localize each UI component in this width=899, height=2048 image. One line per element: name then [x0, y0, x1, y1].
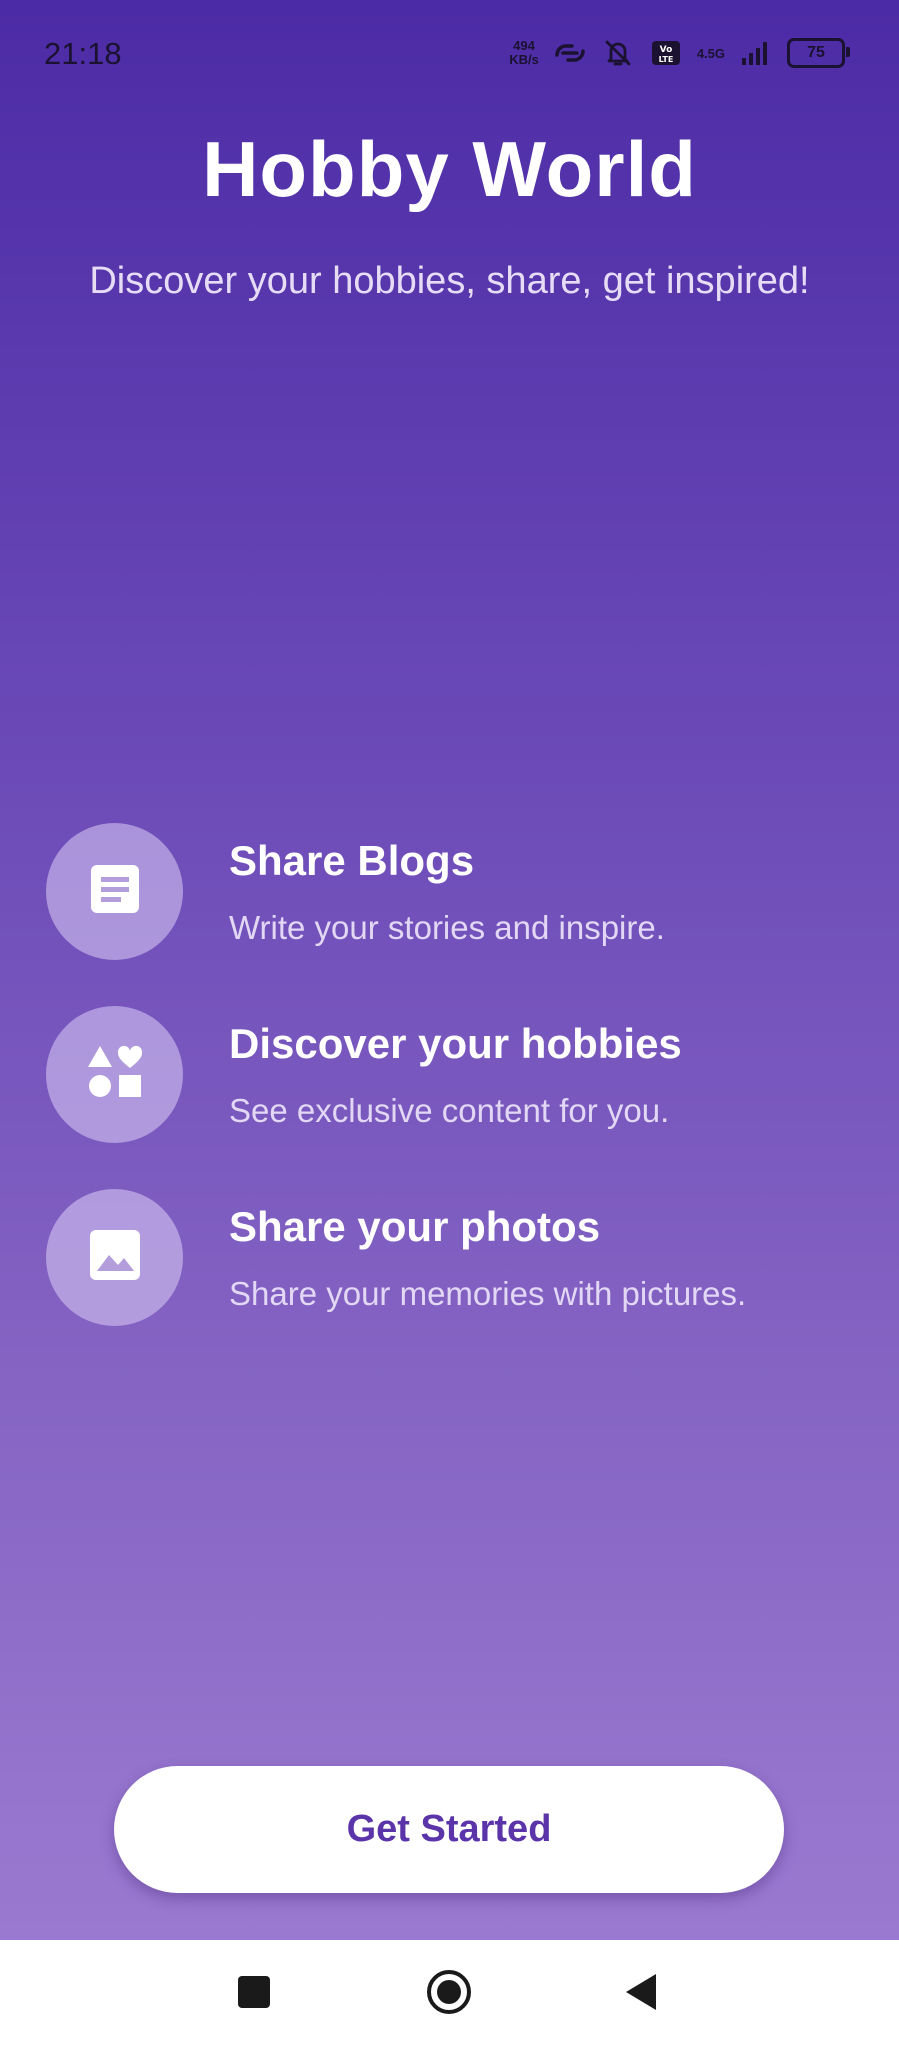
app-title: Hobby World: [202, 125, 697, 213]
bell-muted-icon: [601, 38, 635, 68]
recents-button[interactable]: [224, 1964, 284, 2024]
battery-icon: 75: [787, 38, 850, 68]
feature-title: Share Blogs: [229, 837, 475, 884]
volte-icon: Vo LTE: [649, 38, 683, 68]
network-speed: 494 KB/s: [509, 39, 539, 67]
signal-icon: [739, 38, 773, 68]
image-icon: [87, 1227, 143, 1288]
get-started-button[interactable]: Get Started: [114, 1766, 784, 1893]
network-speed-value: 494: [513, 38, 535, 53]
article-icon: [87, 861, 143, 922]
status-icons: 494 KB/s Vo LTE 4.5G 75: [509, 36, 850, 70]
back-triangle-icon: [622, 1972, 662, 2017]
status-time: 21:18: [44, 36, 122, 71]
feature-title: Discover your hobbies: [229, 1020, 682, 1067]
feature-icon-circle: [46, 823, 183, 960]
feature-share-blogs: Share Blogs Write your stories and inspi…: [46, 823, 866, 963]
link-icon: [553, 38, 587, 68]
system-nav-bar: [0, 1940, 899, 2048]
feature-description: Share your memories with pictures.: [229, 1275, 747, 1312]
welcome-screen: 21:18 494 KB/s Vo LTE 4.5G 75 Hobby Worl…: [0, 0, 899, 1940]
svg-text:LTE: LTE: [658, 55, 673, 64]
svg-text:Vo: Vo: [659, 45, 672, 55]
feature-title: Share your photos: [229, 1203, 601, 1250]
feature-icon-circle: [46, 1006, 183, 1143]
status-bar: 21:18 494 KB/s Vo LTE 4.5G 75: [0, 0, 899, 110]
feature-share-photos: Share your photos Share your memories wi…: [46, 1189, 866, 1329]
back-button[interactable]: [612, 1964, 672, 2024]
shapes-icon: [85, 1042, 145, 1107]
feature-discover-hobbies: Discover your hobbies See exclusive cont…: [46, 1006, 866, 1146]
feature-icon-circle: [46, 1189, 183, 1326]
home-button[interactable]: [419, 1964, 479, 2024]
network-speed-unit: KB/s: [509, 52, 539, 67]
network-type: 4.5G: [696, 45, 725, 61]
feature-description: Write your stories and inspire.: [229, 909, 665, 946]
battery-level: 75: [807, 44, 825, 61]
feature-description: See exclusive content for you.: [229, 1092, 670, 1129]
app-subtitle: Discover your hobbies, share, get inspir…: [89, 260, 810, 302]
home-circle-icon: [425, 1968, 473, 2021]
square-icon: [236, 1974, 272, 2015]
